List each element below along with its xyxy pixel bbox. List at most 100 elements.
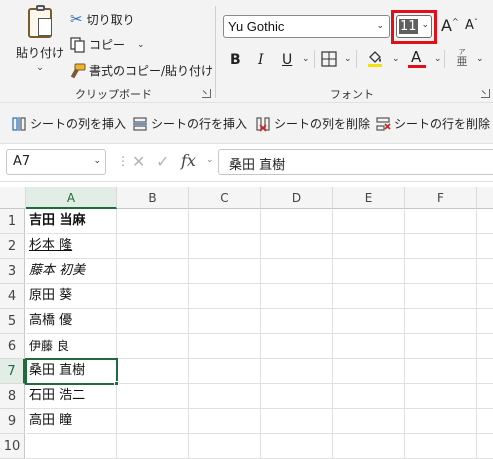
- row-header-4[interactable]: 4: [0, 284, 25, 309]
- row-header-1[interactable]: 1: [0, 209, 25, 234]
- cut-label: 切り取り: [86, 12, 135, 27]
- paste-button[interactable]: 貼り付け ⌄: [16, 5, 65, 78]
- chevron-down-icon[interactable]: ⌄: [36, 63, 44, 73]
- cell-a9[interactable]: 高田 瞳: [26, 409, 117, 434]
- delete-row-button[interactable]: シートの行を削除: [375, 115, 490, 132]
- font-group-label: フォント: [330, 88, 374, 101]
- row-header-9[interactable]: 9: [0, 409, 25, 434]
- cancel-icon[interactable]: ✕: [132, 152, 145, 171]
- paste-icon: [28, 5, 52, 38]
- insert-column-button[interactable]: シートの列を挿入: [11, 115, 126, 132]
- font-color-chevron-down-icon[interactable]: ⌄: [434, 54, 442, 64]
- insert-row-button[interactable]: シートの行を挿入: [132, 115, 247, 132]
- font-name-select[interactable]: Yu Gothic ⌄: [223, 15, 390, 38]
- column-header-e[interactable]: E: [333, 187, 405, 209]
- borders-icon[interactable]: [321, 51, 337, 67]
- formula-value: 桑田 直樹: [229, 158, 286, 173]
- cell-a4[interactable]: 原田 葵: [26, 284, 117, 309]
- group-divider: [215, 6, 216, 98]
- column-header-b[interactable]: B: [117, 187, 189, 209]
- cell-a7[interactable]: 桑田 直樹: [26, 359, 117, 384]
- grow-font-icon: A: [441, 16, 452, 35]
- fill-color-chevron-down-icon[interactable]: ⌄: [392, 54, 400, 64]
- name-box[interactable]: A7 ⌄: [6, 149, 106, 175]
- row-header-8[interactable]: 8: [0, 384, 25, 409]
- select-all-corner[interactable]: [0, 187, 26, 209]
- furigana-button[interactable]: ア 亜: [455, 48, 469, 70]
- row-header-10[interactable]: 10: [0, 434, 25, 459]
- row-header-3[interactable]: 3: [0, 259, 25, 284]
- insert-function-button[interactable]: fx: [181, 151, 196, 170]
- row-header-5[interactable]: 5: [0, 309, 25, 334]
- fill-color-icon[interactable]: [366, 48, 384, 68]
- copy-chevron-down-icon[interactable]: ⌄: [137, 40, 145, 50]
- underline-button[interactable]: U: [282, 52, 292, 68]
- column-header-c[interactable]: C: [189, 187, 261, 209]
- empty-cells[interactable]: [117, 209, 493, 459]
- font-color-icon: A: [411, 48, 422, 66]
- paintbrush-icon: [70, 63, 86, 78]
- ribbon: 貼り付け ⌄ ✂ 切り取り コピー ⌄ 書式のコピー/貼り付け クリップボード …: [0, 0, 493, 103]
- row-header-2[interactable]: 2: [0, 234, 25, 259]
- font-name-chevron-down-icon: ⌄: [376, 20, 384, 30]
- delete-row-label: シートの行を削除: [394, 117, 491, 131]
- copy-icon: [70, 36, 85, 53]
- column-header-a[interactable]: A: [26, 187, 117, 209]
- cell-a3[interactable]: 藤本 初美: [26, 259, 117, 284]
- paste-label: 貼り付け: [16, 46, 65, 60]
- cell-a8[interactable]: 石田 浩二: [26, 384, 117, 409]
- format-painter-button[interactable]: 書式のコピー/貼り付け: [70, 62, 213, 79]
- cell-a10[interactable]: [26, 434, 117, 459]
- copy-button[interactable]: コピー ⌄: [70, 36, 145, 53]
- enter-icon[interactable]: ✓: [156, 152, 169, 171]
- column-header-d[interactable]: D: [261, 187, 333, 209]
- column-header-g[interactable]: [477, 187, 493, 209]
- cell-a6[interactable]: 伊藤 良: [26, 334, 117, 359]
- formula-bar: A7 ⌄ ⋮ ✕ ✓ fx ⌄ 桑田 直樹: [0, 144, 493, 182]
- insert-row-label: シートの行を挿入: [151, 117, 248, 131]
- shrink-font-icon: A: [465, 18, 474, 33]
- format-painter-label: 書式のコピー/貼り付け: [89, 64, 214, 78]
- cell-a5[interactable]: 高橋 優: [26, 309, 117, 334]
- copy-label: コピー: [89, 38, 126, 52]
- italic-button[interactable]: I: [258, 52, 264, 68]
- insert-row-icon: [133, 116, 147, 131]
- font-launcher-icon[interactable]: [481, 89, 490, 98]
- formula-input[interactable]: 桑田 直樹: [218, 149, 493, 175]
- bold-button[interactable]: B: [230, 52, 241, 68]
- insert-column-icon: [12, 116, 26, 131]
- delete-column-icon: [256, 116, 270, 132]
- cell-a2[interactable]: 杉本 隆: [26, 234, 117, 259]
- divider: [356, 50, 357, 68]
- font-size-select[interactable]: 11 ⌄: [396, 15, 432, 38]
- grow-font-button[interactable]: A ^: [441, 16, 459, 35]
- fill-handle[interactable]: [114, 381, 119, 386]
- divider: [314, 50, 315, 68]
- font-name-value: Yu Gothic: [228, 19, 285, 34]
- delete-column-label: シートの列を削除: [274, 117, 371, 131]
- spreadsheet-grid[interactable]: A B C D E F 1 2 3 4 5 6 7 8 9 10 吉田 当麻 杉…: [0, 187, 493, 459]
- cell-toolbar: シートの列を挿入 シートの行を挿入 シートの列を削除 シートの行を削除: [0, 103, 493, 144]
- row-header-6[interactable]: 6: [0, 334, 25, 359]
- name-box-chevron-down-icon: ⌄: [93, 156, 101, 166]
- cut-button[interactable]: ✂ 切り取り: [70, 10, 135, 28]
- shrink-font-button[interactable]: Aˇ: [465, 18, 478, 33]
- function-chevron-down-icon[interactable]: ⌄: [206, 155, 214, 165]
- column-header-f[interactable]: F: [405, 187, 477, 209]
- underline-chevron-down-icon[interactable]: ⌄: [302, 54, 310, 64]
- font-size-chevron-down-icon: ⌄: [421, 20, 429, 30]
- furigana-icon: 亜: [456, 55, 468, 68]
- clipboard-launcher-icon[interactable]: [202, 89, 211, 98]
- font-size-value: 11: [399, 19, 418, 34]
- divider: [444, 50, 445, 68]
- delete-column-button[interactable]: シートの列を削除: [255, 115, 370, 132]
- cell-a1[interactable]: 吉田 当麻: [26, 209, 117, 234]
- insert-column-label: シートの列を挿入: [30, 117, 127, 131]
- name-box-value: A7: [13, 154, 31, 169]
- furigana-chevron-down-icon[interactable]: ⌄: [476, 54, 484, 64]
- clipboard-group-label: クリップボード: [75, 88, 152, 101]
- row-header-7[interactable]: 7: [0, 359, 25, 384]
- font-color-button[interactable]: A: [408, 48, 426, 70]
- borders-chevron-down-icon[interactable]: ⌄: [344, 54, 352, 64]
- more-dots-icon: ⋮: [117, 154, 129, 168]
